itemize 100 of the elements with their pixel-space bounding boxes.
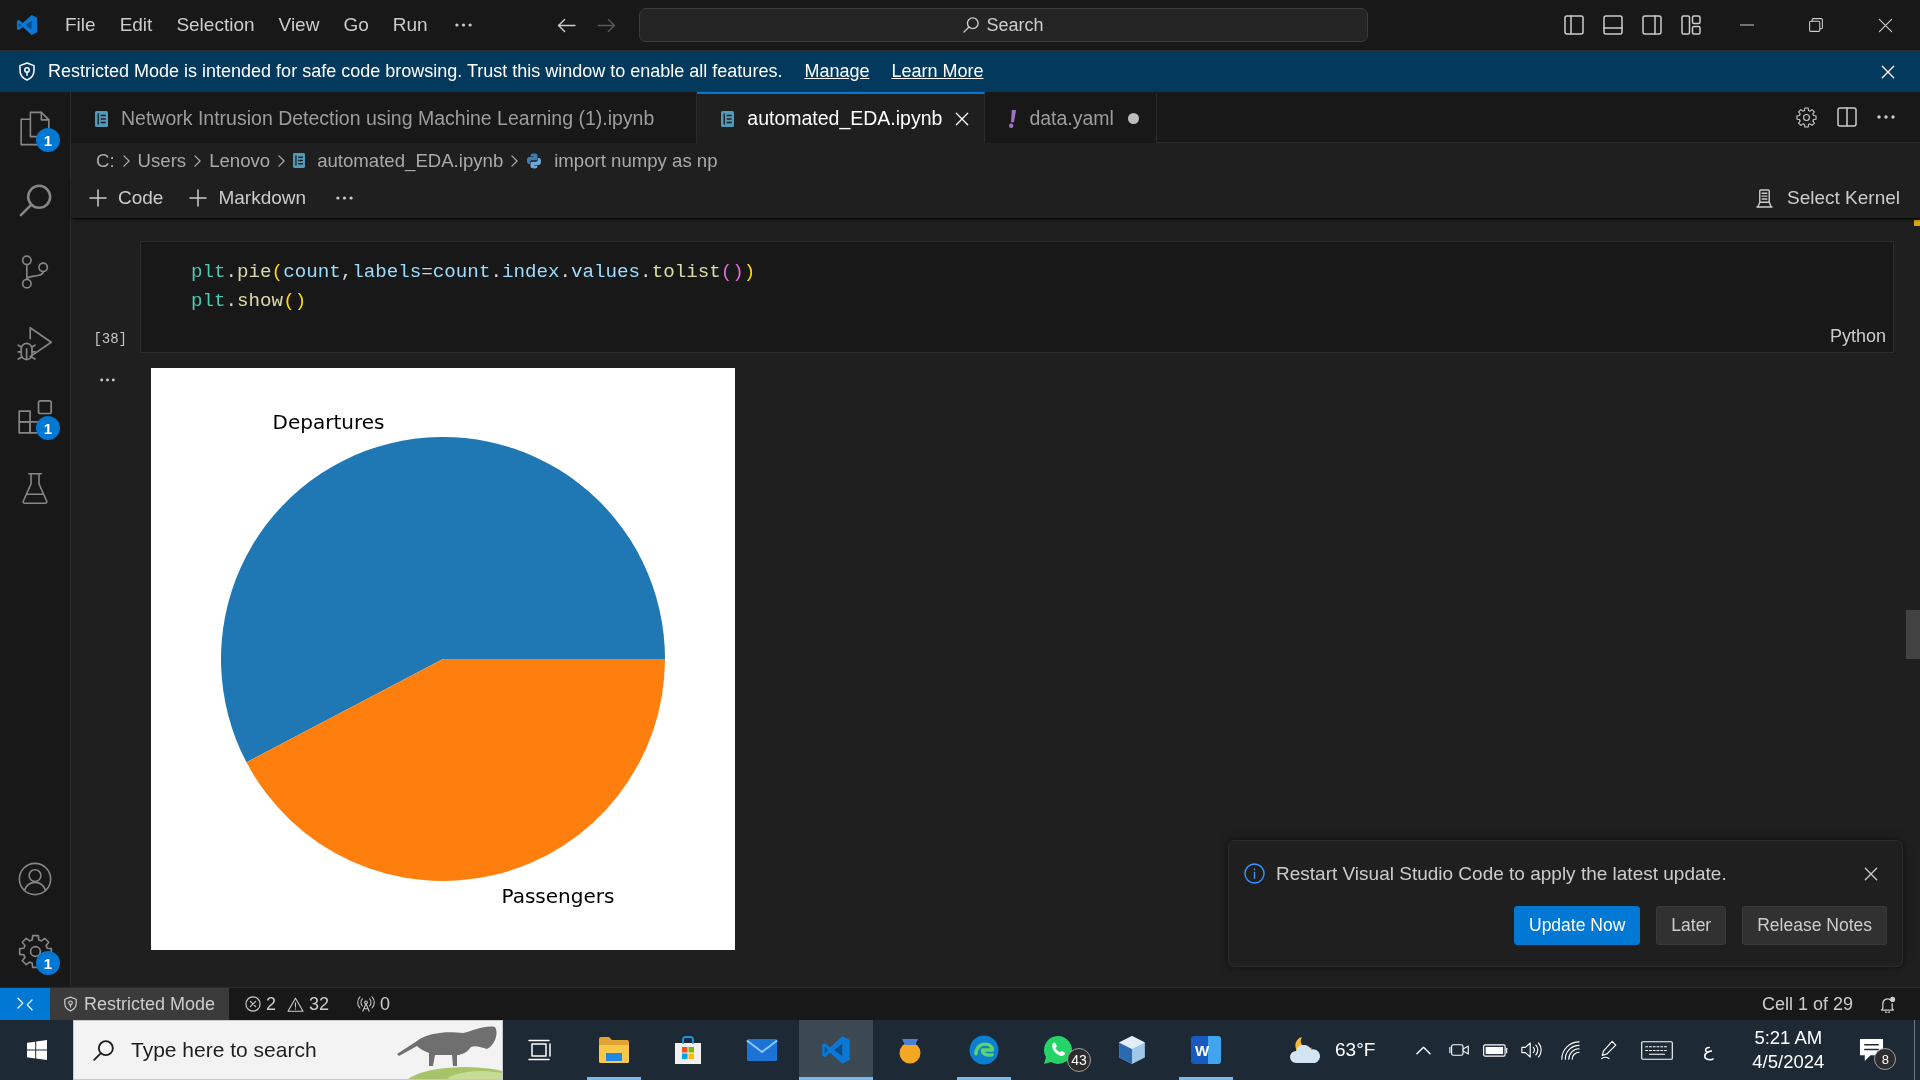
wifi-icon[interactable]: [1560, 1040, 1580, 1060]
shield-icon: [64, 996, 77, 1012]
search-icon[interactable]: [18, 183, 52, 217]
layout-grid-icon[interactable]: [1680, 15, 1701, 35]
menu-item[interactable]: Run: [380, 9, 440, 41]
search-icon: [962, 17, 979, 33]
swirl-icon: [969, 1035, 999, 1065]
remote-icon: [16, 997, 34, 1011]
envelope-icon: [746, 1038, 778, 1062]
code-cell-editor[interactable]: plt.pie(count,labels=count.index.values.tolist()) plt.show() Python: [140, 241, 1894, 353]
camera-icon[interactable]: [1449, 1042, 1471, 1058]
notification-button[interactable]: Update Now: [1514, 906, 1641, 945]
back-arrow-icon[interactable]: [556, 17, 576, 33]
code-line: plt.show(): [191, 289, 307, 314]
letter-tile-icon: W: [1191, 1036, 1221, 1064]
restricted-mode-button[interactable]: Restricted Mode: [50, 988, 230, 1020]
bell-icon[interactable]: [1879, 995, 1896, 1013]
add-cell-button[interactable]: Markdown: [183, 184, 313, 212]
count-badge: 1: [36, 951, 60, 975]
restore-icon[interactable]: [1808, 18, 1823, 32]
folder-icon: [598, 1036, 630, 1064]
taskbar-app-button[interactable]: W: [1169, 1020, 1243, 1080]
menu-item[interactable]: File: [53, 9, 108, 41]
gear-icon[interactable]: [17, 933, 53, 969]
weather-button[interactable]: 63°F: [1288, 1020, 1376, 1080]
breadcrumb-item[interactable]: C:: [96, 149, 115, 172]
banner-link[interactable]: Learn More: [891, 61, 984, 82]
banner-link[interactable]: Manage: [804, 61, 870, 82]
shield-icon: [19, 62, 35, 81]
shopping-bag-icon: [673, 1035, 703, 1065]
keyboard-icon[interactable]: [1641, 1040, 1674, 1060]
warning-icon: [287, 996, 305, 1012]
slice-label: Departures: [272, 409, 385, 434]
account-icon[interactable]: [18, 862, 52, 896]
volume-icon[interactable]: [1521, 1041, 1543, 1059]
windows-logo-icon[interactable]: [26, 1040, 47, 1060]
task-view-icon: [528, 1039, 552, 1061]
clock-time[interactable]: 5:21 AM: [1754, 1026, 1823, 1050]
sidebar-right-icon[interactable]: [1641, 15, 1662, 35]
taskbar-search-field[interactable]: Type here to search: [131, 1034, 381, 1066]
breadcrumb-item[interactable]: Lenovo: [209, 149, 271, 172]
taskbar-app-button[interactable]: 43: [1021, 1020, 1095, 1080]
branch-icon[interactable]: [21, 254, 49, 290]
search-icon: [93, 1039, 114, 1061]
notification-message: Restart Visual Studio Code to apply the latest update.: [1276, 862, 1727, 885]
chevron-icon: [511, 154, 519, 167]
breadcrumb-item[interactable]: import numpy as np: [526, 149, 718, 172]
more-icon[interactable]: [336, 196, 354, 200]
close-icon[interactable]: [1864, 866, 1878, 881]
flask-icon[interactable]: [21, 471, 49, 505]
notification-button[interactable]: Later: [1656, 906, 1727, 945]
editor-tab[interactable]: automated_EDA.ipynb: [697, 92, 986, 143]
command-center-search[interactable]: Search: [638, 8, 1368, 42]
search-box[interactable]: Type here to search: [73, 1020, 503, 1080]
cell-language[interactable]: Python: [1829, 324, 1886, 348]
cell-position[interactable]: Cell 1 of 29: [1761, 993, 1853, 1015]
execution-count: [38]: [93, 331, 127, 347]
error-icon: [245, 996, 262, 1012]
pen-icon[interactable]: [1600, 1040, 1619, 1060]
app-logo-icon: [16, 14, 38, 36]
menu-item[interactable]: View: [266, 9, 332, 41]
minimize-icon[interactable]: [1739, 24, 1754, 26]
plus-icon: [89, 189, 107, 207]
python-icon: [526, 152, 543, 169]
sidebar-left-icon[interactable]: [1563, 15, 1584, 35]
notebook-icon: [293, 153, 306, 168]
split-editor-icon[interactable]: [1837, 107, 1857, 127]
chevron-up-icon[interactable]: [1415, 1045, 1431, 1055]
play-bug-icon[interactable]: [17, 326, 53, 362]
chevron-icon: [194, 154, 202, 167]
add-cell-button[interactable]: Code: [83, 184, 170, 212]
more-icon[interactable]: [100, 378, 115, 382]
notification-button[interactable]: Release Notes: [1742, 906, 1887, 945]
clock-date[interactable]: 4/5/2024: [1752, 1050, 1825, 1074]
more-icon[interactable]: [454, 23, 472, 27]
battery-icon[interactable]: [1483, 1043, 1509, 1057]
count-badge: 1: [36, 128, 60, 152]
menu-item[interactable]: Selection: [164, 9, 267, 41]
blocks-icon[interactable]: [17, 398, 53, 434]
input-language-indicator[interactable]: ع: [1702, 1039, 1714, 1061]
problems-button[interactable]: 2 32: [245, 993, 330, 1015]
menu-item[interactable]: Edit: [107, 9, 165, 41]
select-kernel-button[interactable]: Select Kernel: [1750, 184, 1906, 212]
banner-message: Restricted Mode is intended for safe code browsing. Trust this window to enable all features.: [48, 61, 783, 82]
slice-label: Passengers: [501, 884, 615, 909]
menu-item[interactable]: Go: [331, 9, 381, 41]
ports-button[interactable]: 0: [357, 993, 391, 1015]
cloud-moon-icon: [1288, 1036, 1322, 1064]
gear-icon[interactable]: [1796, 106, 1817, 128]
editor-tab[interactable]: Network Intrusion Detection using Machine Learning (1).ipynb: [71, 92, 698, 143]
panel-bottom-icon[interactable]: [1602, 15, 1623, 35]
breadcrumb-item[interactable]: automated_EDA.ipynb: [293, 149, 504, 172]
breadcrumb-item[interactable]: Users: [137, 149, 187, 172]
cube-icon: [1117, 1035, 1147, 1065]
kernel-icon: [1756, 188, 1773, 208]
editor-tab[interactable]: data.yaml: [985, 92, 1157, 143]
close-icon[interactable]: [1877, 17, 1893, 33]
scrollbar-thumb[interactable]: [1906, 610, 1920, 659]
files-icon[interactable]: [20, 110, 50, 146]
more-icon[interactable]: [1877, 115, 1895, 119]
